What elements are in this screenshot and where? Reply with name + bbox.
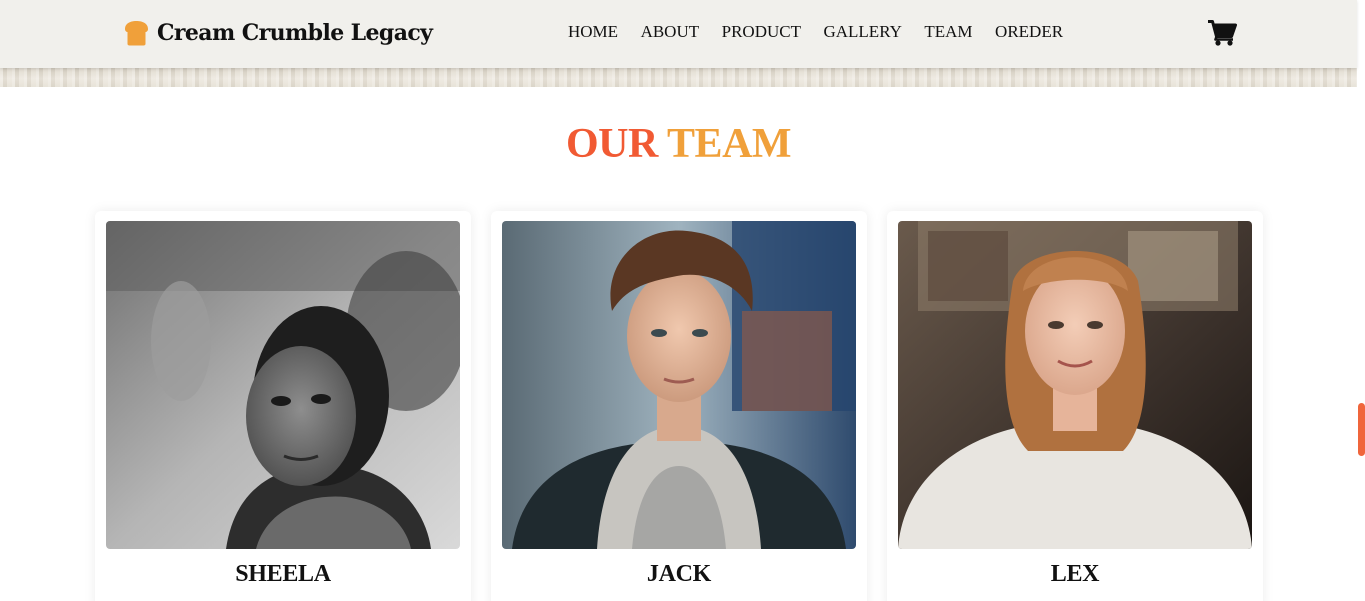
brand-logo[interactable]: Cream Crumble Legacy bbox=[122, 17, 433, 49]
team-card-lex: LEX bbox=[887, 211, 1263, 601]
scrollbar-track[interactable] bbox=[1357, 0, 1365, 601]
brand-name: Cream Crumble Legacy bbox=[157, 20, 433, 46]
main-nav: HOME ABOUT PRODUCT GALLERY TEAM OREDER bbox=[568, 22, 1086, 42]
title-word-our: OUR bbox=[565, 121, 658, 167]
portrait-image bbox=[106, 221, 460, 549]
portrait-image bbox=[898, 221, 1252, 549]
nav-team[interactable]: TEAM bbox=[924, 22, 972, 42]
header-texture-strip bbox=[0, 68, 1357, 87]
shopping-cart-icon[interactable] bbox=[1207, 19, 1237, 46]
bread-icon bbox=[125, 21, 148, 46]
nav-product[interactable]: PRODUCT bbox=[722, 22, 801, 42]
team-member-name: LEX bbox=[1050, 561, 1100, 587]
navbar: Cream Crumble Legacy HOME ABOUT PRODUCT … bbox=[0, 0, 1357, 68]
nav-order[interactable]: OREDER bbox=[995, 22, 1063, 42]
nav-gallery[interactable]: GALLERY bbox=[823, 22, 901, 42]
team-member-photo bbox=[898, 221, 1252, 549]
team-member-name: SHEELA bbox=[235, 561, 331, 587]
team-card-sheela: SHEELA bbox=[95, 211, 471, 601]
section-title: OUR TEAM bbox=[0, 120, 1357, 168]
portrait-image bbox=[502, 221, 856, 549]
team-member-photo bbox=[502, 221, 856, 549]
team-member-photo bbox=[106, 221, 460, 549]
team-card-jack: JACK bbox=[491, 211, 867, 601]
nav-about[interactable]: ABOUT bbox=[641, 22, 700, 42]
nav-home[interactable]: HOME bbox=[568, 22, 618, 42]
scrollbar-thumb[interactable] bbox=[1358, 403, 1365, 456]
title-word-team: TEAM bbox=[667, 121, 792, 167]
team-member-name: JACK bbox=[646, 561, 712, 587]
